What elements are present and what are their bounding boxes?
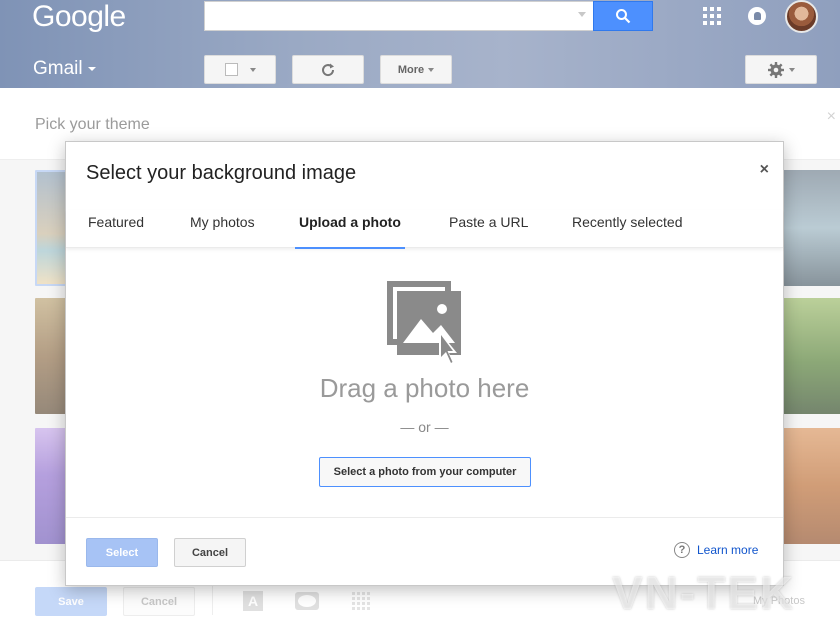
chevron-down-icon <box>249 67 256 72</box>
gmail-menu[interactable]: Gmail <box>33 58 96 80</box>
drag-instruction: Drag a photo here <box>319 373 530 403</box>
select-from-computer-button[interactable]: Select a photo from your computer <box>319 457 531 487</box>
search-button[interactable] <box>593 1 653 31</box>
refresh-button[interactable] <box>292 55 364 84</box>
tab-paste-url[interactable]: Paste a URL <box>449 214 528 248</box>
tab-recently-selected[interactable]: Recently selected <box>572 214 683 248</box>
google-logo[interactable]: Google <box>32 0 126 34</box>
avatar[interactable] <box>785 0 818 33</box>
chevron-down-icon <box>789 67 795 72</box>
watermark: VN-TEK <box>612 567 796 619</box>
or-separator: — or — <box>400 419 449 435</box>
photo-upload-icon <box>387 281 461 366</box>
apps-grid-icon[interactable] <box>703 7 721 25</box>
chevron-down-icon <box>428 67 435 72</box>
tab-featured[interactable]: Featured <box>88 214 144 248</box>
select-button[interactable]: Select <box>86 538 158 567</box>
background-image-dialog: Select your background image × Featured … <box>65 141 784 586</box>
select-checkbox-button[interactable] <box>204 55 276 84</box>
chevron-down-icon <box>87 66 96 71</box>
settings-button[interactable] <box>745 55 817 84</box>
checkbox-icon <box>224 63 238 76</box>
search-icon <box>616 9 631 24</box>
dialog-title: Select your background image <box>86 162 357 184</box>
help-icon: ? <box>674 542 690 558</box>
learn-more-label: Learn more <box>697 543 759 557</box>
top-bar: Google Gmail More <box>0 0 840 88</box>
search-input[interactable] <box>204 1 594 31</box>
search-options-caret-icon[interactable] <box>578 12 586 17</box>
learn-more-link[interactable]: ? Learn more <box>674 542 758 558</box>
more-button[interactable]: More <box>380 55 452 84</box>
tab-bar: Featured My photos Upload a photo Paste … <box>66 210 783 249</box>
tab-my-photos[interactable]: My photos <box>190 214 255 248</box>
close-icon[interactable]: × <box>760 161 769 179</box>
more-label: More <box>397 63 425 76</box>
tab-upload-photo[interactable]: Upload a photo <box>295 214 405 249</box>
refresh-icon <box>322 63 335 76</box>
cancel-button[interactable]: Cancel <box>174 538 246 567</box>
photo-drop-zone[interactable]: Drag a photo here — or — Select a photo … <box>66 249 783 517</box>
gear-icon <box>768 61 784 78</box>
notifications-bell-icon[interactable] <box>748 7 766 25</box>
gmail-label: Gmail <box>33 58 83 79</box>
